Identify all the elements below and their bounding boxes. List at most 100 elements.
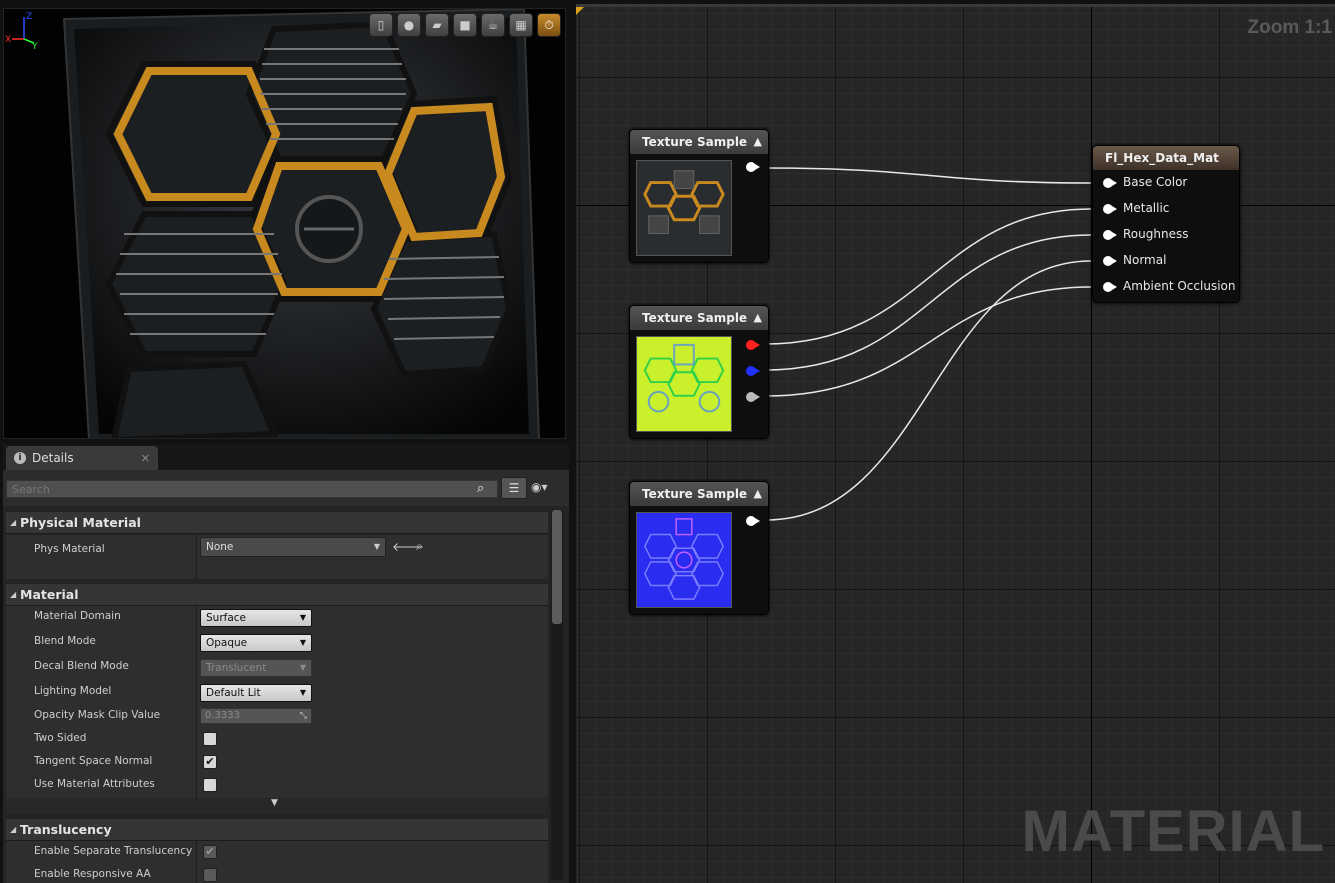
material-result-node[interactable]: Fl_Hex_Data_Mat Base Color Metallic Roug… (1092, 145, 1240, 303)
preview-viewport[interactable]: ▯ ● ▰ ■ ☕ ▦ ⏱ Z X Y (3, 8, 566, 439)
grid-icon[interactable]: ▦ (509, 13, 533, 37)
details-panel: i Details ✕ ⌕ ☰ ◉▾ ◢ Physical Material P… (3, 444, 569, 883)
output-pin-red[interactable] (746, 340, 760, 352)
decal-blend-mode-value: Translucent (206, 662, 267, 674)
material-props: Material Domain Surface ▼ Blend Mode Opa… (6, 606, 548, 814)
enable-separate-translucency-checkbox: ✔ (203, 845, 217, 859)
node-header[interactable]: Fl_Hex_Data_Mat (1093, 146, 1239, 170)
lighting-model-value: Default Lit (206, 687, 261, 699)
phys-material-combo[interactable]: None ▼ (200, 537, 386, 557)
browse-search-icon[interactable]: ⌕ (416, 539, 423, 554)
expand-advanced-icon[interactable]: ▼ (271, 798, 278, 808)
prop-decal-blend-mode: Decal Blend Mode Translucent ▼ (6, 656, 548, 679)
prop-label: Material Domain (34, 610, 121, 622)
data-mask-texture (636, 336, 732, 432)
tangent-space-normal-checkbox[interactable]: ✔ (203, 755, 217, 769)
chevron-down-icon: ▼ (299, 613, 306, 622)
pin-label: Base Color (1123, 175, 1188, 189)
info-icon: i (14, 452, 26, 464)
lighting-model-combo[interactable]: Default Lit ▼ (200, 684, 312, 702)
opacity-mask-clip-input: 0.3333 ⤡ (200, 708, 312, 724)
opacity-mask-clip-value: 0.3333 (205, 710, 240, 721)
translucency-props: Enable Separate Translucency ✔ Enable Re… (6, 841, 548, 883)
material-domain-value: Surface (206, 612, 247, 624)
chevron-down-icon: ▼ (299, 663, 306, 672)
chevron-down-icon: ▼ (299, 638, 306, 647)
scroll-thumb[interactable] (552, 510, 562, 624)
category-label: Translucency (20, 822, 112, 837)
output-pin-rgb[interactable] (746, 162, 760, 174)
prop-label: Decal Blend Mode (34, 660, 129, 672)
collapse-triangle-icon: ◢ (10, 825, 17, 834)
node-title: Texture Sample (642, 311, 748, 325)
chevron-down-icon: ▼ (373, 542, 380, 551)
wire-roughness (765, 234, 1092, 371)
chevron-down-icon: ▼ (299, 688, 306, 697)
search-icon: ⌕ (477, 481, 485, 496)
category-label: Material (20, 587, 79, 602)
two-sided-checkbox[interactable] (203, 732, 217, 746)
details-search-input[interactable] (6, 480, 498, 498)
prop-opacity-mask-clip: Opacity Mask Clip Value 0.3333 ⤡ (6, 705, 548, 728)
prop-label: Enable Separate Translucency (34, 845, 193, 857)
physical-material-props: Phys Material None ▼ 🡐 ⌕ (6, 535, 548, 579)
teapot-icon[interactable]: ☕ (481, 13, 505, 37)
cylinder-icon[interactable]: ▯ (369, 13, 393, 37)
pin-label: Normal (1123, 253, 1167, 267)
node-title: Texture Sample (642, 135, 748, 149)
prop-label: Opacity Mask Clip Value (34, 709, 161, 721)
cube-icon[interactable]: ■ (453, 13, 477, 37)
collapse-icon[interactable]: ▲ (754, 306, 762, 330)
category-physical-material[interactable]: ◢ Physical Material (6, 512, 548, 534)
details-tabbar: i Details ✕ (3, 444, 569, 470)
blend-mode-combo[interactable]: Opaque ▼ (200, 634, 312, 652)
category-label: Physical Material (20, 515, 141, 530)
category-translucency[interactable]: ◢ Translucency (6, 819, 548, 841)
details-tab[interactable]: i Details ✕ (6, 446, 158, 470)
prop-label: Enable Responsive AA (34, 868, 151, 880)
advanced-expander[interactable]: ▼ (6, 798, 548, 814)
prop-label: Two Sided (34, 732, 87, 744)
list-view-button[interactable]: ☰ (501, 477, 527, 499)
category-material[interactable]: ◢ Material (6, 584, 548, 606)
node-header[interactable]: Texture Sample ▲ (630, 482, 768, 506)
prop-lighting-model: Lighting Model Default Lit ▼ (6, 681, 548, 704)
prop-two-sided: Two Sided (6, 728, 548, 751)
sphere-icon[interactable]: ● (397, 13, 421, 37)
enable-responsive-aa-checkbox (203, 868, 217, 882)
base-color-texture (636, 160, 732, 256)
material-graph[interactable]: Zoom 1:1 MATERIAL Texture Sample ▲ Textu… (576, 4, 1335, 883)
collapse-triangle-icon: ◢ (10, 590, 17, 599)
output-pin-alpha[interactable] (746, 392, 760, 404)
node-header[interactable]: Texture Sample ▲ (630, 306, 768, 330)
viewport-toolbar: ▯ ● ▰ ■ ☕ ▦ ⏱ (369, 13, 561, 37)
output-pin-rgb[interactable] (746, 516, 760, 528)
prop-phys-material: Phys Material None ▼ 🡐 ⌕ (6, 535, 548, 565)
node-title: Texture Sample (642, 487, 748, 501)
texture-sample-node-2[interactable]: Texture Sample ▲ (629, 305, 769, 439)
output-pin-blue[interactable] (746, 366, 760, 378)
axis-y-label: Y (31, 42, 38, 49)
prop-use-material-attributes: Use Material Attributes (6, 774, 548, 797)
texture-sample-node-3[interactable]: Texture Sample ▲ (629, 481, 769, 615)
wire-normal (765, 260, 1092, 521)
prop-enable-separate-translucency: Enable Separate Translucency ✔ (6, 841, 548, 864)
axis-z-label: Z (26, 12, 32, 22)
node-header[interactable]: Texture Sample ▲ (630, 130, 768, 154)
collapse-icon[interactable]: ▲ (754, 482, 762, 506)
material-domain-combo[interactable]: Surface ▼ (200, 609, 312, 627)
realtime-icon[interactable]: ⏱ (537, 13, 561, 37)
details-scrollbar[interactable] (551, 510, 563, 880)
close-icon[interactable]: ✕ (141, 452, 150, 465)
plane-icon[interactable]: ▰ (425, 13, 449, 37)
details-tab-label: Details (32, 451, 74, 465)
texture-sample-node-1[interactable]: Texture Sample ▲ (629, 129, 769, 263)
use-material-attributes-checkbox[interactable] (203, 778, 217, 792)
collapse-icon[interactable]: ▲ (754, 130, 762, 154)
prop-label: Tangent Space Normal (34, 755, 153, 767)
eye-icon[interactable]: ◉▾ (531, 480, 548, 494)
pin-label: Roughness (1123, 227, 1189, 241)
prop-enable-responsive-aa: Enable Responsive AA (6, 864, 548, 883)
blend-mode-value: Opaque (206, 637, 248, 649)
pin-label: Metallic (1123, 201, 1170, 215)
